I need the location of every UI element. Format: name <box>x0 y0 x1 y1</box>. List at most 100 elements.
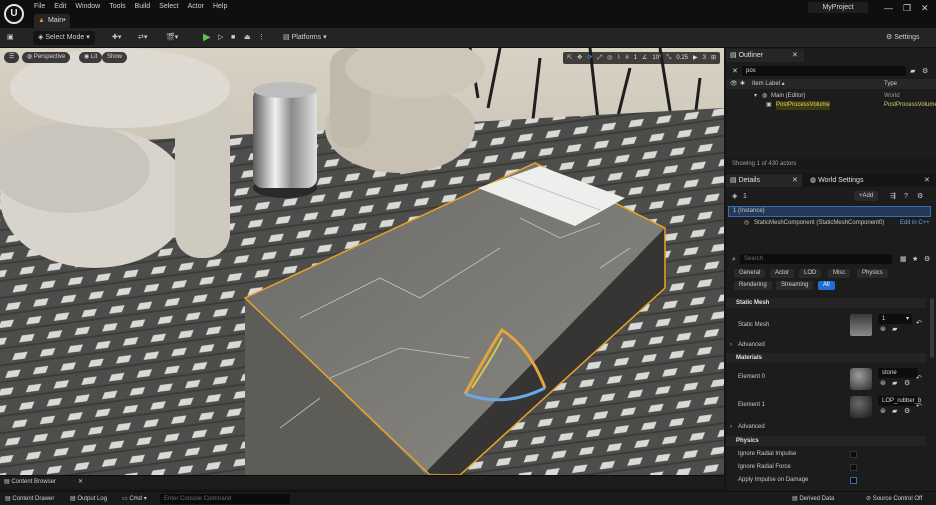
play-options-icon[interactable]: ▷ <box>218 31 223 45</box>
property-settings-icon[interactable]: ⚙ <box>924 255 930 264</box>
maximize-viewport-icon[interactable]: ⊞ <box>711 52 716 64</box>
ignore-radial-impulse-checkbox[interactable] <box>850 451 857 458</box>
lit-button[interactable]: ◉ Lit <box>79 52 103 63</box>
expand-arrow-icon[interactable]: › <box>730 423 732 432</box>
expand-arrow-icon[interactable]: › <box>730 341 732 350</box>
details-search-input[interactable]: Search <box>740 254 892 264</box>
eject-icon[interactable]: ⏏ <box>244 31 251 45</box>
maximize-button[interactable]: ❐ <box>903 3 911 14</box>
menu-window[interactable]: Window <box>75 2 109 11</box>
type-column[interactable]: Type <box>884 80 897 89</box>
item-label-column[interactable]: Item Label ▴ <box>752 80 785 89</box>
static-mesh-thumbnail[interactable] <box>850 314 872 336</box>
play-icon[interactable]: ▶ <box>203 31 211 45</box>
close-tab-icon[interactable]: ✕ <box>78 477 83 487</box>
camera-speed-icon[interactable]: ▶ <box>693 52 698 64</box>
filter-streaming[interactable]: Streaming <box>776 281 814 290</box>
expand-arrow-icon[interactable]: ▾ <box>754 92 757 101</box>
level-tab[interactable]: ▲ Main• <box>34 14 70 28</box>
outliner-search-input[interactable]: pos <box>742 66 906 76</box>
physics-section[interactable]: Physics <box>726 436 926 446</box>
filter-all[interactable]: All <box>818 281 835 290</box>
filter-actor[interactable]: Actor <box>770 269 795 278</box>
settings-button[interactable]: ⚙ Settings <box>886 31 920 45</box>
filter-misc[interactable]: Misc <box>828 269 851 278</box>
settings-icon[interactable]: ⚙ <box>904 379 910 388</box>
rotation-snap-icon[interactable]: ∠ <box>642 52 647 64</box>
element0-thumbnail[interactable] <box>850 368 872 390</box>
apply-impulse-on-damage-checkbox[interactable] <box>850 477 857 484</box>
grid-snap-value[interactable]: 1 <box>634 52 637 64</box>
stop-icon[interactable]: ■ <box>231 31 235 45</box>
scale-snap-icon[interactable]: ⤡ <box>667 52 672 64</box>
menu-tools[interactable]: Tools <box>109 2 134 11</box>
menu-help[interactable]: Help <box>213 2 236 11</box>
menu-edit[interactable]: Edit <box>54 2 75 11</box>
advanced-row-2[interactable]: Advanced <box>738 423 765 432</box>
console-input[interactable]: Enter Console Command <box>160 494 290 504</box>
output-log-button[interactable]: ▤ Output Log <box>70 494 107 504</box>
filter-physics[interactable]: Physics <box>857 269 888 278</box>
advanced-row-1[interactable]: Advanced <box>738 341 765 350</box>
camera-speed-value[interactable]: 3 <box>703 52 706 64</box>
browse-arrow-icon[interactable]: ⊛ <box>880 325 886 334</box>
component-label[interactable]: StaticMeshComponent (StaticMeshComponent… <box>754 219 884 228</box>
select-icon[interactable]: ⇱ <box>567 52 572 64</box>
edit-in-cpp-link[interactable]: Edit in C++ <box>900 219 930 228</box>
browse-arrow-icon[interactable]: ⊛ <box>880 379 886 388</box>
static-mesh-section[interactable]: Static Mesh <box>726 298 926 308</box>
add-component-button[interactable]: +Add <box>854 191 879 201</box>
unreal-logo[interactable]: U <box>4 4 24 24</box>
cinematics-icon[interactable]: 🎬▾ <box>166 31 178 45</box>
browse-folder-icon[interactable]: ▰ <box>892 407 897 416</box>
perspective-button[interactable]: ◍ Perspective <box>22 52 71 63</box>
close-details-icon[interactable]: ✕ <box>792 176 798 185</box>
rotation-snap-value[interactable]: 10° <box>652 52 661 64</box>
platforms-button[interactable]: ▤ Platforms ▾ <box>283 31 327 45</box>
element1-value[interactable]: LOP_rubber_b <box>878 396 921 406</box>
menu-file[interactable]: File <box>34 2 54 11</box>
favorite-star-icon[interactable]: ★ <box>912 255 918 264</box>
world-settings-tab[interactable]: ◍ World Settings <box>806 174 886 187</box>
viewport-options-button[interactable]: ☰ <box>4 52 20 63</box>
details-settings-icon[interactable]: ⚙ <box>917 192 923 201</box>
add-content-icon[interactable]: ✚▾ <box>112 31 121 45</box>
instance-row[interactable]: 1 (Instance) <box>728 206 931 217</box>
derived-data-button[interactable]: ▤ Derived Data <box>792 494 834 504</box>
filter-general[interactable]: General <box>734 269 766 278</box>
minimize-button[interactable]: — <box>884 3 893 13</box>
outliner-row-postprocess-label[interactable]: PostProcessVolume <box>776 101 830 110</box>
browse-arrow-icon[interactable]: ⊛ <box>880 407 886 416</box>
reset-static-mesh-icon[interactable]: ↶ <box>916 319 922 328</box>
world-local-icon[interactable]: ◎ <box>607 52 612 64</box>
save-icon[interactable]: ▣ <box>7 31 14 45</box>
close-outliner-icon[interactable]: ✕ <box>792 51 798 60</box>
grid-snap-icon[interactable]: # <box>625 52 628 64</box>
element1-thumbnail[interactable] <box>850 396 872 418</box>
more-options-icon[interactable]: ⋮ <box>258 31 265 45</box>
blueprint-icon[interactable]: ⇶ <box>890 192 896 201</box>
select-mode-dropdown[interactable]: ◈ Select Mode ▾ <box>33 31 95 45</box>
details-scrollbar[interactable] <box>930 298 934 358</box>
details-tab[interactable]: ▤ Details <box>726 174 802 187</box>
filter-lod[interactable]: LOD <box>799 269 822 278</box>
scale-icon[interactable]: ⤢ <box>597 52 602 64</box>
cmd-dropdown[interactable]: ▭ Cmd ▾ <box>122 494 147 504</box>
source-control-button[interactable]: ⊘ Source Control Off <box>866 494 922 504</box>
reset-element0-icon[interactable]: ↶ <box>916 374 922 383</box>
materials-section[interactable]: Materials <box>726 353 926 363</box>
outliner-row-world-label[interactable]: Main (Editor) <box>771 92 805 101</box>
browse-folder-icon[interactable]: ▰ <box>892 325 897 334</box>
menu-build[interactable]: Build <box>135 2 160 11</box>
element0-value[interactable]: stone <box>878 368 918 378</box>
scale-snap-value[interactable]: 0.25 <box>676 52 688 64</box>
filter-rendering[interactable]: Rendering <box>734 281 772 290</box>
blueprint-icon[interactable]: ⇄▾ <box>138 31 147 45</box>
browse-folder-icon[interactable]: ▰ <box>892 379 897 388</box>
static-mesh-dropdown[interactable]: 1 ▾ <box>878 314 912 324</box>
level-viewport[interactable]: ☰ ◍ Perspective ◉ Lit Show ⇱ ✥ ⟳ ⤢ ◎ ⌇ #… <box>0 48 724 475</box>
menu-select[interactable]: Select <box>159 2 187 11</box>
help-icon[interactable]: ? <box>904 192 908 201</box>
content-drawer-button[interactable]: ▤ Content Drawer <box>5 494 54 504</box>
outliner-settings-icon[interactable]: ⚙ <box>922 67 928 76</box>
